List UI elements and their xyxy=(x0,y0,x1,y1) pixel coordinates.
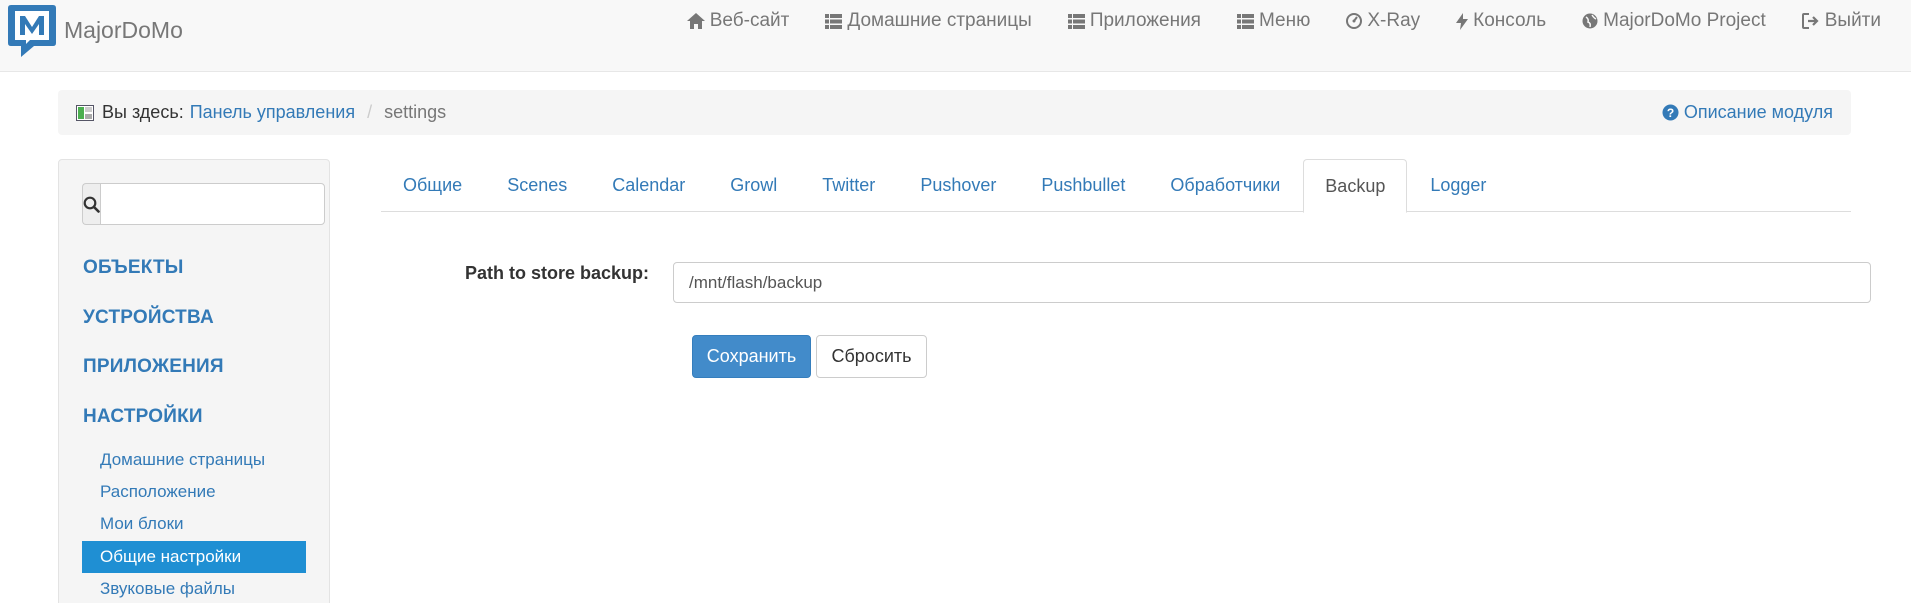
backup-path-input[interactable] xyxy=(673,262,1871,303)
module-description-label: Описание модуля xyxy=(1683,102,1833,122)
reset-button[interactable]: Сбросить xyxy=(816,335,927,378)
breadcrumb-current: settings xyxy=(384,102,447,122)
globe-icon xyxy=(1582,13,1598,29)
breadcrumb-separator: / xyxy=(367,102,373,122)
nav-menu[interactable]: Меню xyxy=(1219,0,1328,42)
search-input[interactable] xyxy=(100,183,325,225)
sidebar-section-apps[interactable]: ПРИЛОЖЕНИЯ xyxy=(83,356,224,378)
tab-pushover[interactable]: Pushover xyxy=(898,159,1018,212)
nav-apps-label: Приложения xyxy=(1089,10,1201,31)
search-button[interactable] xyxy=(82,183,100,225)
nav-logout[interactable]: Выйти xyxy=(1784,0,1899,42)
sidebar-section-devices[interactable]: УСТРОЙСТВА xyxy=(83,307,214,329)
brand[interactable]: MajorDoMo xyxy=(6,3,183,59)
nav-console[interactable]: Консоль xyxy=(1438,0,1564,42)
logout-icon xyxy=(1801,13,1819,29)
sidebar: ОБЪЕКТЫ УСТРОЙСТВА ПРИЛОЖЕНИЯ НАСТРОЙКИ … xyxy=(58,159,330,603)
backup-path-label: Path to store backup: xyxy=(464,263,649,283)
tab-logger[interactable]: Logger xyxy=(1408,159,1508,212)
nav-project[interactable]: MajorDoMo Project xyxy=(1564,0,1784,42)
tab-backup[interactable]: Backup xyxy=(1303,159,1408,213)
home-icon xyxy=(686,13,705,29)
control-panel-icon xyxy=(76,104,94,121)
majordomo-logo-icon xyxy=(8,5,56,57)
flash-icon xyxy=(1456,12,1469,30)
save-button[interactable]: Сохранить xyxy=(692,335,811,378)
sidebar-item-general-settings[interactable]: Общие настройки xyxy=(82,541,306,573)
breadcrumb-prefix: Вы здесь: xyxy=(102,102,184,122)
sidebar-section-objects[interactable]: ОБЪЕКТЫ xyxy=(83,257,184,279)
breadcrumb: Вы здесь: Панель управления / settings ?… xyxy=(58,90,1851,135)
sidebar-search xyxy=(82,183,325,225)
tab-calendar[interactable]: Calendar xyxy=(590,159,707,212)
nav-website-label: Веб-сайт xyxy=(709,10,790,31)
module-description-link[interactable]: ? Описание модуля xyxy=(1662,90,1833,135)
tab-scenes[interactable]: Scenes xyxy=(485,159,589,212)
question-circle-icon: ? xyxy=(1662,104,1679,121)
sidebar-item-my-blocks[interactable]: Мои блоки xyxy=(82,508,306,540)
nav-home-pages-label: Домашние страницы xyxy=(847,10,1032,31)
nav-menu-label: Меню xyxy=(1258,10,1311,31)
sidebar-item-sound-files[interactable]: Звуковые файлы xyxy=(82,573,306,603)
tab-general[interactable]: Общие xyxy=(381,159,484,212)
brand-name: MajorDoMo xyxy=(64,16,183,43)
breadcrumb-control-panel-link[interactable]: Панель управления xyxy=(190,102,355,123)
search-icon xyxy=(83,196,100,213)
sidebar-item-location[interactable]: Расположение xyxy=(82,476,306,508)
nav-website[interactable]: Веб-сайт xyxy=(669,0,808,42)
sidebar-item-home-pages[interactable]: Домашние страницы xyxy=(82,444,306,476)
tab-handlers[interactable]: Обработчики xyxy=(1148,159,1302,212)
nav-home-pages[interactable]: Домашние страницы xyxy=(807,0,1049,42)
nav-project-label: MajorDoMo Project xyxy=(1603,10,1766,31)
nav-xray[interactable]: X-Ray xyxy=(1328,0,1438,42)
list-icon xyxy=(825,13,843,29)
page: MajorDoMo Веб-сайт Домашние страницы При… xyxy=(0,0,1911,603)
settings-tabs: Общие Scenes Calendar Growl Twitter Push… xyxy=(381,159,1851,213)
svg-text:?: ? xyxy=(1667,106,1674,120)
nav-console-label: Консоль xyxy=(1473,10,1547,31)
list-icon xyxy=(1236,13,1254,29)
nav-logout-label: Выйти xyxy=(1824,10,1881,31)
sidebar-section-settings[interactable]: НАСТРОЙКИ xyxy=(83,406,203,428)
tab-pushbullet[interactable]: Pushbullet xyxy=(1019,159,1147,212)
tab-twitter[interactable]: Twitter xyxy=(800,159,897,212)
list-icon xyxy=(1067,13,1085,29)
nav-apps[interactable]: Приложения xyxy=(1050,0,1219,42)
dashboard-icon xyxy=(1346,13,1363,29)
tab-growl[interactable]: Growl xyxy=(708,159,799,212)
navbar: MajorDoMo Веб-сайт Домашние страницы При… xyxy=(0,0,1911,72)
nav-links: Веб-сайт Домашние страницы Приложения Ме… xyxy=(669,0,1899,44)
nav-xray-label: X-Ray xyxy=(1367,10,1421,31)
